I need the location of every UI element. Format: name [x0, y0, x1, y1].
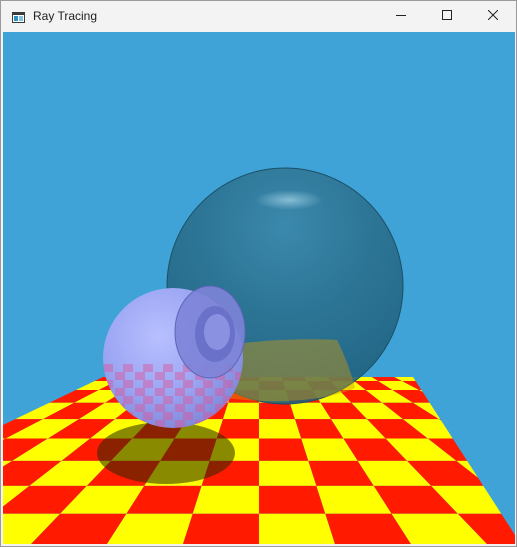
- maximize-icon: [442, 7, 452, 25]
- floor-tile: [259, 419, 302, 439]
- reflected-tile: [143, 364, 153, 372]
- reflected-tile: [203, 380, 213, 388]
- reflected-tile: [195, 404, 205, 412]
- reflected-tile: [195, 388, 205, 396]
- title-bar[interactable]: Ray Tracing: [1, 1, 516, 31]
- reflected-tile: [175, 420, 185, 428]
- reflected-tile: [163, 364, 173, 372]
- reflected-tile: [155, 404, 165, 412]
- reflected-tile: [123, 396, 133, 404]
- reflected-tile: [135, 404, 145, 412]
- reflected-tile: [183, 396, 193, 404]
- reflected-tile: [163, 412, 173, 420]
- reflected-tile: [183, 380, 193, 388]
- reflected-tile: [163, 380, 173, 388]
- reflected-tile: [135, 372, 145, 380]
- sphere-shadow: [97, 422, 235, 484]
- reflected-tile: [115, 372, 125, 380]
- reflected-tile: [203, 396, 213, 404]
- reflected-tile: [143, 412, 153, 420]
- minimize-icon: [396, 7, 406, 25]
- render-canvas: [3, 32, 515, 544]
- reflected-tile: [215, 388, 225, 396]
- floor-tile: [259, 402, 296, 420]
- window-title: Ray Tracing: [33, 9, 98, 23]
- minimize-button[interactable]: [378, 1, 424, 31]
- reflected-tile: [123, 380, 133, 388]
- floor-tile: [222, 402, 259, 420]
- floor-tile: [192, 485, 259, 514]
- reflected-tile: [175, 372, 185, 380]
- reflected-tile: [155, 388, 165, 396]
- reflected-tile: [143, 380, 153, 388]
- reflected-tile: [103, 364, 113, 372]
- floor-tile: [259, 513, 335, 544]
- reflected-tile: [155, 372, 165, 380]
- reflected-tile: [135, 388, 145, 396]
- floor-tile: [183, 513, 259, 544]
- close-button[interactable]: [470, 1, 516, 31]
- floor-tile: [259, 485, 326, 514]
- maximize-button[interactable]: [424, 1, 470, 31]
- ray-traced-scene: [3, 32, 515, 544]
- reflected-tile: [223, 380, 233, 388]
- floor-tile: [259, 460, 317, 486]
- app-window-icon: [12, 10, 25, 23]
- reflected-tile: [123, 364, 133, 372]
- reflected-tile: [115, 388, 125, 396]
- floor-tile: [216, 419, 259, 439]
- reflected-tile: [175, 404, 185, 412]
- reflected-tile: [143, 396, 153, 404]
- reflected-tile: [183, 412, 193, 420]
- app-window: Ray Tracing: [0, 0, 517, 547]
- floor-tile: [259, 438, 309, 461]
- close-icon: [487, 7, 499, 25]
- reflected-tile: [175, 388, 185, 396]
- reflected-tile: [163, 396, 173, 404]
